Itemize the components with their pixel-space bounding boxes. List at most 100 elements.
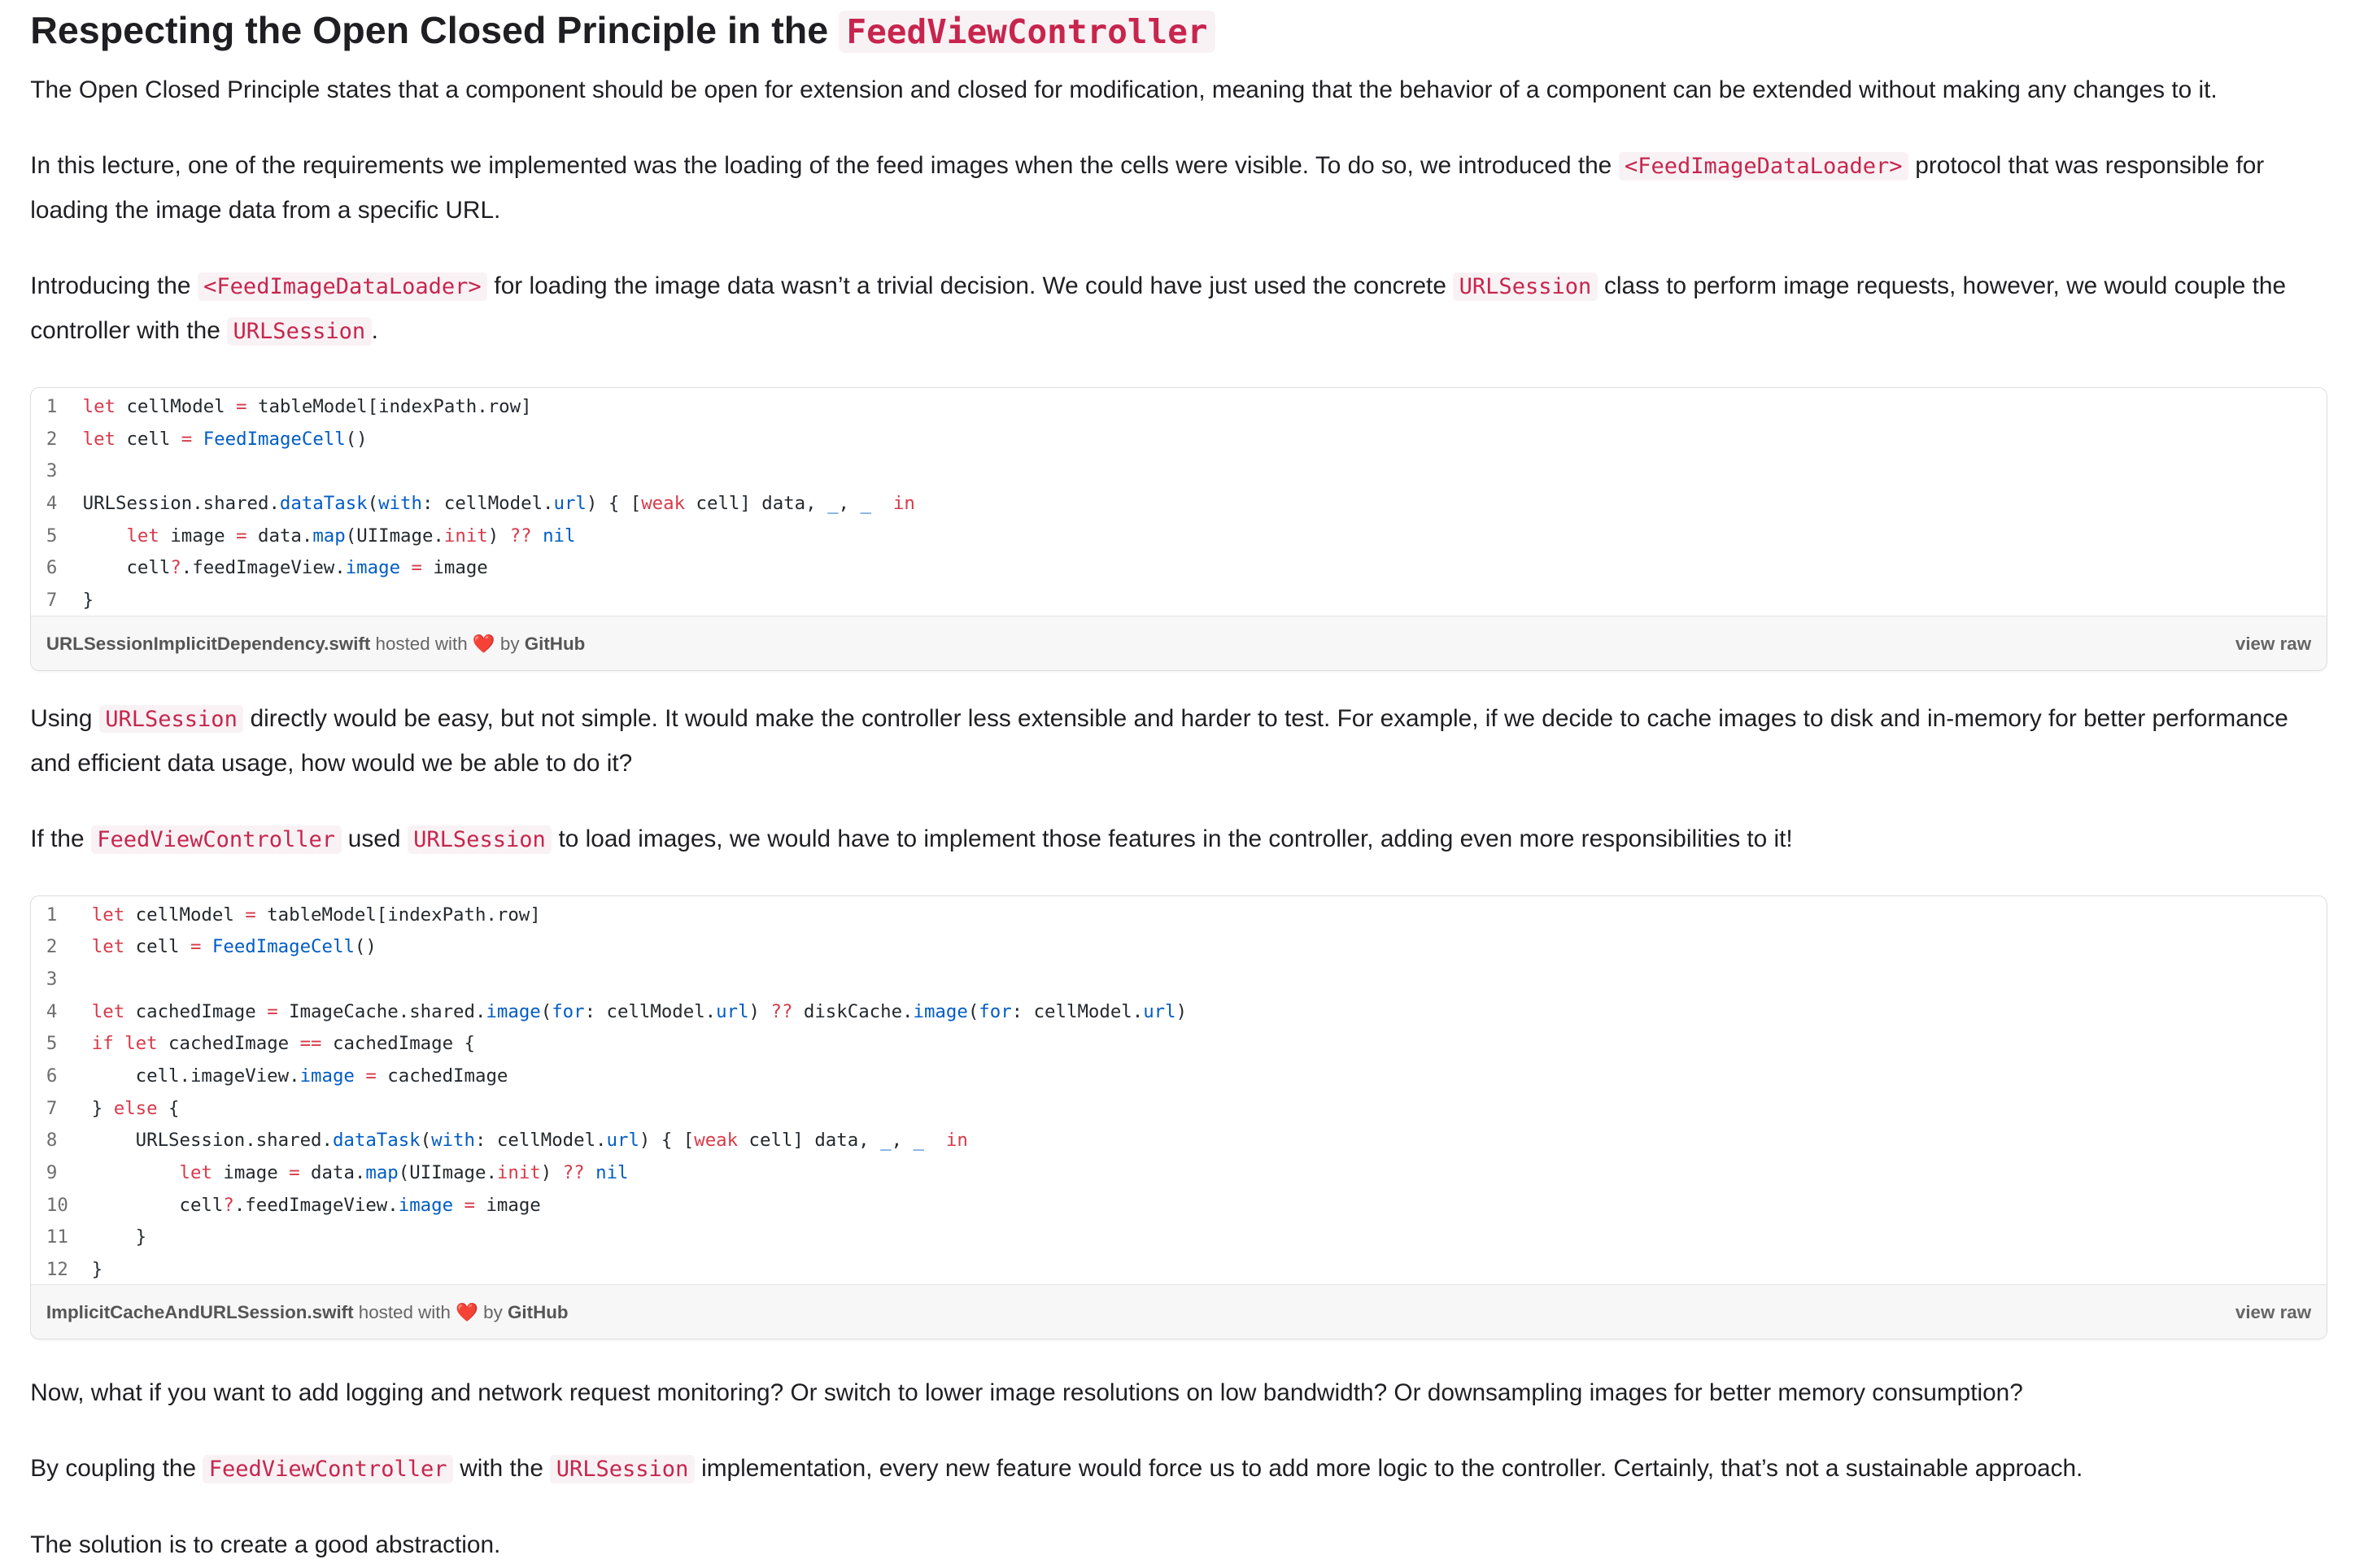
code-token: cellModel [124, 904, 246, 926]
code-token: in [892, 493, 915, 515]
gist-by-text: by [495, 633, 525, 654]
code-token: cachedImage [124, 1000, 268, 1022]
code-token: ?? [770, 1000, 793, 1022]
code-token: cell] data, [738, 1130, 881, 1152]
inline-code: URLSession [1453, 272, 1598, 302]
code-token: init [443, 525, 488, 547]
code-token: cell [82, 557, 171, 579]
inline-code: URLSession [227, 317, 372, 346]
text: for loading the image data wasn’t a triv… [487, 272, 1454, 300]
code-token: image [486, 1000, 541, 1022]
code-token: ) { [ [586, 493, 642, 515]
code-token: : cellModel. [584, 1000, 717, 1022]
code-line: 3 [31, 455, 2326, 488]
code-token: let [91, 936, 125, 958]
github-link[interactable]: GitHub [525, 634, 586, 654]
line-number: 1 [46, 904, 58, 926]
gist-code: 1 let cellModel = tableModel[indexPath.ro… [31, 896, 2326, 1284]
line-number: 6 [46, 557, 58, 579]
code-token: let [126, 525, 159, 547]
code-line: 2 let cell = FeedImageCell() [31, 931, 2326, 964]
line-number: 3 [46, 460, 58, 482]
text: If the [30, 825, 91, 852]
code-token: ImageCache.shared. [277, 1000, 486, 1022]
code-line: 5 if let cachedImage == cachedImage { [31, 1028, 2326, 1061]
code-token: image [913, 1000, 968, 1022]
code-token: cachedImage [157, 1033, 300, 1055]
code-token: image [421, 557, 488, 579]
code-token: for [979, 1000, 1012, 1022]
line-number: 8 [46, 1130, 58, 1152]
code-token: cachedImage [376, 1065, 508, 1087]
code-token: (UIImage. [345, 525, 444, 547]
code-token: ) [540, 1162, 563, 1184]
code-token: () [345, 428, 368, 450]
code-line: 2 let cell = FeedImageCell() [31, 424, 2326, 456]
paragraph-solution: The solution is to create a good abstrac… [30, 1531, 501, 1559]
code-token: cell] data, [685, 493, 828, 515]
code-token: url [606, 1130, 639, 1152]
code-token: ) [1175, 1000, 1188, 1022]
code-token: ( [420, 1130, 432, 1152]
inline-code: URLSession [98, 704, 244, 734]
code-token: image [475, 1194, 541, 1216]
inline-code: FeedViewController [90, 825, 342, 854]
paragraph-using-urlsession: Using URLSession directly would be easy,… [30, 697, 2333, 786]
code-token: .feedImageView. [233, 1194, 399, 1216]
github-link[interactable]: GitHub [508, 1302, 569, 1322]
line-number: 12 [46, 1259, 68, 1281]
code-token: = [245, 904, 256, 926]
text: Introducing the [30, 272, 198, 300]
code-line: 3 [31, 964, 2326, 996]
inline-code: <FeedImageDataLoader> [197, 272, 488, 302]
inline-code: FeedViewController [203, 1455, 453, 1484]
view-raw-link[interactable]: view raw [2235, 616, 2311, 670]
paragraph-coupling: By coupling the FeedViewController with … [30, 1447, 2333, 1492]
text: In this lecture, one of the requirements… [30, 152, 1619, 179]
code-token: cell [124, 936, 190, 958]
code-line: 12} [31, 1254, 2326, 1287]
code-token: = [236, 525, 247, 547]
gist-by-text: by [478, 1301, 508, 1322]
code-token: nil [543, 525, 576, 547]
gist-filename-link[interactable]: ImplicitCacheAndURLSession.swift [46, 1302, 354, 1322]
paragraph-logging: Now, what if you want to add logging and… [30, 1379, 2023, 1407]
code-line: 4 let cachedImage = ImageCache.shared.ima… [31, 996, 2326, 1029]
text: By coupling the [30, 1455, 203, 1483]
code-line: 5 let image = data.map(UIImage.init) ?? … [31, 520, 2326, 553]
code-token: : cellModel. [474, 1130, 607, 1152]
text: Using [30, 704, 99, 732]
code-line: 10 cell?.feedImageView.image = image [31, 1190, 2326, 1222]
code-token: with [378, 493, 422, 515]
line-number: 9 [46, 1162, 58, 1184]
code-token: url [716, 1000, 749, 1022]
code-token: let [124, 1033, 158, 1055]
code-token: } [91, 1226, 147, 1248]
gist-filename-link[interactable]: URLSessionImplicitDependency.swift [46, 634, 370, 654]
code-token: with [431, 1130, 475, 1152]
code-token: tableModel[indexPath.row] [255, 904, 541, 926]
code-token: FeedImageCell [203, 428, 346, 450]
paragraph-open-closed: The Open Closed Principle states that a … [30, 76, 2218, 103]
code-token: ) [487, 525, 510, 547]
code-token: cell [116, 428, 181, 450]
paragraph-introducing: Introducing the <FeedImageDataLoader> fo… [30, 264, 2333, 354]
code-token: cell.imageView. [91, 1065, 300, 1087]
code-token: data. [246, 525, 313, 547]
code-token: ( [540, 1000, 552, 1022]
text: directly would be easy, but not simple. … [30, 704, 2288, 777]
heart-icon: ❤️ [456, 1301, 478, 1322]
gist-meta: view raw URLSessionImplicitDependency.sw… [31, 615, 2327, 670]
gist-meta: view raw ImplicitCacheAndURLSession.swif… [31, 1283, 2327, 1339]
code-token: let [179, 1162, 212, 1184]
line-number: 5 [46, 525, 58, 547]
code-token: image [345, 557, 401, 579]
code-token: URLSession.shared. [82, 493, 280, 515]
gist-hosted-text: hosted with [353, 1301, 456, 1322]
code-token: , [838, 493, 861, 515]
view-raw-link[interactable]: view raw [2235, 1285, 2311, 1339]
